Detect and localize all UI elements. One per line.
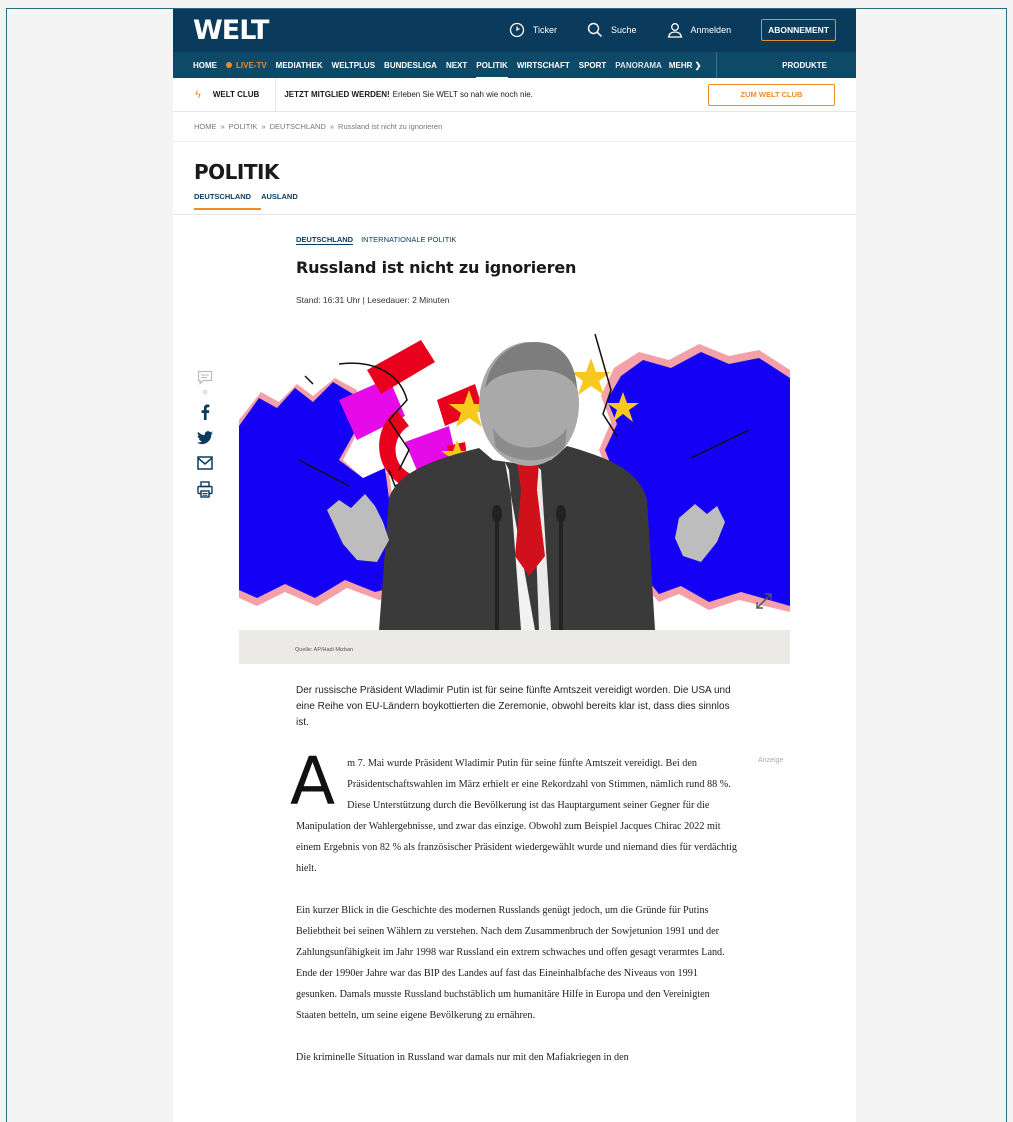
subscribe-button[interactable]: ABONNEMENT — [761, 19, 836, 41]
nav-more-label: MEHR — [668, 60, 693, 70]
club-name: WELT CLUB — [212, 90, 260, 99]
breadcrumb-home[interactable]: HOME — [194, 122, 217, 131]
nav-item-panorama[interactable]: PANORAMA — [615, 52, 662, 78]
dropcap-letter: A — [290, 743, 336, 820]
hero-image[interactable] — [239, 330, 790, 630]
paragraph-text: m 7. Mai wurde Präsident Wladimir Putin … — [296, 758, 737, 874]
article-meta: Stand: 16:31 Uhr | Lesedauer: 2 Minuten — [296, 295, 450, 305]
lightning-icon: ϟ — [195, 88, 201, 101]
tab-deutschland[interactable]: DEUTSCHLAND — [194, 192, 262, 210]
nav-item-weltplus[interactable]: WELTPLUS — [332, 52, 375, 78]
breadcrumb-separator: » — [220, 122, 225, 131]
breadcrumb-separator: » — [329, 122, 335, 131]
article-headline: Russland ist nicht zu ignorieren — [296, 258, 577, 277]
article-paragraph: Ein kurzer Blick in die Geschichte des m… — [296, 905, 725, 1021]
nav-item-wirtschaft[interactable]: WIRTSCHAFT — [517, 52, 570, 78]
breadcrumb: HOME » POLITIK » DEUTSCHLAND » Russland … — [173, 112, 856, 142]
twitter-icon[interactable] — [197, 431, 213, 445]
article-kicker: DEUTSCHLAND INTERNATIONALE POLITIK — [296, 235, 456, 245]
image-caption: Quelle: AP/Hadi Mizban — [239, 630, 790, 664]
window-frame-right — [1006, 8, 1007, 1122]
search-label: Suche — [611, 25, 637, 35]
breadcrumb-separator: » — [261, 122, 266, 131]
login-link[interactable]: Anmelden — [667, 22, 732, 38]
print-icon[interactable] — [197, 481, 213, 498]
nav-item-politik[interactable]: POLITIK — [476, 52, 508, 78]
nav-divider — [716, 52, 718, 78]
share-bar — [197, 370, 213, 509]
facebook-icon[interactable] — [198, 404, 212, 420]
article-paragraph: Am 7. Mai wurde Präsident Wladimir Putin… — [290, 749, 738, 879]
user-icon — [667, 23, 682, 38]
section-tabs: DEUTSCHLAND AUSLAND — [194, 192, 835, 210]
chevron-right-icon: ❯ — [694, 60, 702, 70]
top-header: WELT Ticker Suche Anmelden ABONNEMENT — [173, 9, 856, 51]
ticker-link[interactable]: Ticker — [509, 22, 557, 38]
club-divider — [275, 77, 277, 112]
ticker-label: Ticker — [532, 25, 558, 35]
search-link[interactable]: Suche — [587, 22, 637, 38]
nav-item-next[interactable]: NEXT — [446, 52, 467, 78]
kicker-internationale-politik-link[interactable]: INTERNATIONALE POLITIK — [361, 235, 456, 245]
window-frame-left — [6, 8, 7, 1122]
breadcrumb-deutschland[interactable]: DEUTSCHLAND — [270, 122, 326, 131]
tab-ausland[interactable]: AUSLAND — [261, 192, 298, 201]
nav-more-button[interactable]: MEHR ❯ — [668, 52, 702, 78]
welt-club-bar: ϟ WELT CLUB JETZT MITGLIED WERDEN! Erleb… — [173, 77, 856, 112]
comment-icon[interactable] — [197, 370, 213, 386]
hero-illustration — [239, 333, 790, 630]
club-button[interactable]: ZUM WELT CLUB — [708, 83, 835, 106]
club-text: Erleben Sie WELT so nah wie noch nie. — [392, 90, 533, 99]
nav-item-sport[interactable]: SPORT — [579, 52, 607, 78]
ad-label: Anzeige — [758, 757, 784, 764]
clock-icon — [509, 22, 524, 38]
nav-item-live-tv[interactable]: LIVE-TV — [226, 52, 267, 78]
mail-icon[interactable] — [197, 456, 213, 470]
main-nav: HOME LIVE-TV MEDIATHEK WELTPLUS BUNDESLI… — [173, 51, 856, 78]
kicker-deutschland-link[interactable]: DEUTSCHLAND — [296, 235, 354, 245]
section-title: POLITIK — [194, 160, 279, 184]
article-teaser: Der russische Präsident Wladimir Putin i… — [296, 685, 731, 728]
nav-item-mediathek[interactable]: MEDIATHEK — [276, 52, 323, 78]
article-paragraph: Die kriminelle Situation in Russland war… — [296, 1052, 629, 1063]
comment-count-dot — [203, 390, 207, 394]
header-actions: Ticker Suche Anmelden ABONNEMENT — [509, 19, 836, 41]
article-body: Am 7. Mai wurde Präsident Wladimir Putin… — [290, 749, 738, 1089]
search-icon — [587, 22, 603, 38]
breadcrumb-current: Russland ist nicht zu ignorieren — [338, 122, 443, 131]
nav-item-products[interactable]: PRODUKTE — [782, 52, 847, 78]
nav-item-home[interactable]: HOME — [193, 52, 217, 78]
section-header: POLITIK DEUTSCHLAND AUSLAND — [173, 142, 856, 215]
page: WELT Ticker Suche Anmelden ABONNEMENT HO… — [173, 9, 856, 1122]
breadcrumb-politik[interactable]: POLITIK — [229, 122, 258, 131]
nav-item-bundesliga[interactable]: BUNDESLIGA — [384, 52, 437, 78]
welt-logo[interactable]: WELT — [193, 15, 269, 46]
login-label: Anmelden — [690, 25, 732, 35]
club-cta: JETZT MITGLIED WERDEN! — [284, 90, 390, 99]
